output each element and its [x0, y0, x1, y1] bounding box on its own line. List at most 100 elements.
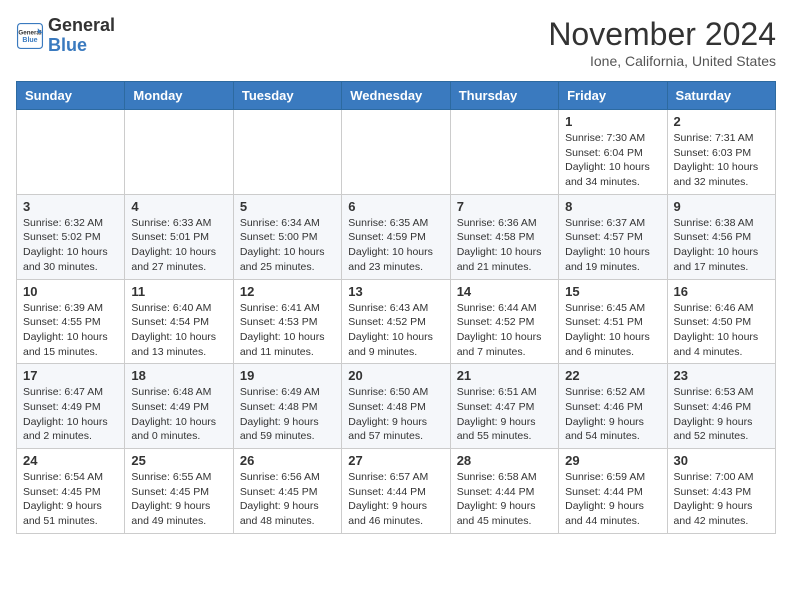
calendar-day-cell	[342, 110, 450, 195]
calendar-day-cell: 21 Sunrise: 6:51 AM Sunset: 4:47 PM Dayli…	[450, 364, 558, 449]
day-number: 25	[131, 453, 226, 468]
day-number: 8	[565, 199, 660, 214]
day-info: Sunrise: 6:52 AM Sunset: 4:46 PM Dayligh…	[565, 385, 660, 444]
location: Ione, California, United States	[548, 53, 776, 69]
calendar-day-cell	[17, 110, 125, 195]
calendar-day-cell: 26 Sunrise: 6:56 AM Sunset: 4:45 PM Dayli…	[233, 449, 341, 534]
calendar-day-cell: 22 Sunrise: 6:52 AM Sunset: 4:46 PM Dayli…	[559, 364, 667, 449]
day-number: 5	[240, 199, 335, 214]
day-info: Sunrise: 6:47 AM Sunset: 4:49 PM Dayligh…	[23, 385, 118, 444]
day-number: 15	[565, 284, 660, 299]
page-header: General Blue General Blue November 2024 …	[16, 16, 776, 69]
logo-blue: Blue	[48, 35, 87, 55]
calendar-week-row: 10 Sunrise: 6:39 AM Sunset: 4:55 PM Dayli…	[17, 279, 776, 364]
calendar-day-cell: 10 Sunrise: 6:39 AM Sunset: 4:55 PM Dayli…	[17, 279, 125, 364]
calendar-day-cell: 15 Sunrise: 6:45 AM Sunset: 4:51 PM Dayli…	[559, 279, 667, 364]
calendar-day-cell: 3 Sunrise: 6:32 AM Sunset: 5:02 PM Daylig…	[17, 194, 125, 279]
day-info: Sunrise: 6:37 AM Sunset: 4:57 PM Dayligh…	[565, 216, 660, 275]
calendar-day-cell	[233, 110, 341, 195]
day-info: Sunrise: 6:36 AM Sunset: 4:58 PM Dayligh…	[457, 216, 552, 275]
day-number: 17	[23, 368, 118, 383]
day-info: Sunrise: 6:32 AM Sunset: 5:02 PM Dayligh…	[23, 216, 118, 275]
calendar-day-cell: 1Sunrise: 7:30 AM Sunset: 6:04 PM Daylig…	[559, 110, 667, 195]
calendar-day-cell: 27 Sunrise: 6:57 AM Sunset: 4:44 PM Dayli…	[342, 449, 450, 534]
day-number: 11	[131, 284, 226, 299]
calendar-day-cell: 12Sunrise: 6:41 AM Sunset: 4:53 PM Dayli…	[233, 279, 341, 364]
day-number: 10	[23, 284, 118, 299]
day-info: Sunrise: 6:34 AM Sunset: 5:00 PM Dayligh…	[240, 216, 335, 275]
title-block: November 2024 Ione, California, United S…	[548, 16, 776, 69]
day-of-week-header: Tuesday	[233, 82, 341, 110]
day-info: Sunrise: 6:40 AM Sunset: 4:54 PM Dayligh…	[131, 301, 226, 360]
calendar-day-cell: 25 Sunrise: 6:55 AM Sunset: 4:45 PM Dayli…	[125, 449, 233, 534]
day-number: 3	[23, 199, 118, 214]
day-info: Sunrise: 6:48 AM Sunset: 4:49 PM Dayligh…	[131, 385, 226, 444]
calendar-day-cell: 8 Sunrise: 6:37 AM Sunset: 4:57 PM Daylig…	[559, 194, 667, 279]
calendar-day-cell: 16 Sunrise: 6:46 AM Sunset: 4:50 PM Dayli…	[667, 279, 775, 364]
day-number: 23	[674, 368, 769, 383]
day-of-week-header: Friday	[559, 82, 667, 110]
calendar-week-row: 24 Sunrise: 6:54 AM Sunset: 4:45 PM Dayli…	[17, 449, 776, 534]
day-of-week-header: Thursday	[450, 82, 558, 110]
day-number: 19	[240, 368, 335, 383]
day-of-week-header: Monday	[125, 82, 233, 110]
day-number: 24	[23, 453, 118, 468]
day-number: 6	[348, 199, 443, 214]
calendar-day-cell	[450, 110, 558, 195]
calendar-day-cell: 2Sunrise: 7:31 AM Sunset: 6:03 PM Daylig…	[667, 110, 775, 195]
calendar-day-cell: 23 Sunrise: 6:53 AM Sunset: 4:46 PM Dayli…	[667, 364, 775, 449]
day-info: Sunrise: 6:56 AM Sunset: 4:45 PM Dayligh…	[240, 470, 335, 529]
calendar-day-cell: 30Sunrise: 7:00 AM Sunset: 4:43 PM Dayli…	[667, 449, 775, 534]
day-number: 22	[565, 368, 660, 383]
day-info: Sunrise: 6:50 AM Sunset: 4:48 PM Dayligh…	[348, 385, 443, 444]
calendar-table: SundayMondayTuesdayWednesdayThursdayFrid…	[16, 81, 776, 534]
calendar-day-cell: 11 Sunrise: 6:40 AM Sunset: 4:54 PM Dayli…	[125, 279, 233, 364]
calendar-day-cell: 6 Sunrise: 6:35 AM Sunset: 4:59 PM Daylig…	[342, 194, 450, 279]
calendar-header-row: SundayMondayTuesdayWednesdayThursdayFrid…	[17, 82, 776, 110]
calendar-day-cell: 14 Sunrise: 6:44 AM Sunset: 4:52 PM Dayli…	[450, 279, 558, 364]
day-info: Sunrise: 6:53 AM Sunset: 4:46 PM Dayligh…	[674, 385, 769, 444]
day-number: 12	[240, 284, 335, 299]
day-number: 9	[674, 199, 769, 214]
day-info: Sunrise: 6:58 AM Sunset: 4:44 PM Dayligh…	[457, 470, 552, 529]
logo-text: General Blue	[48, 16, 115, 56]
day-info: Sunrise: 6:46 AM Sunset: 4:50 PM Dayligh…	[674, 301, 769, 360]
day-number: 27	[348, 453, 443, 468]
calendar-day-cell: 9 Sunrise: 6:38 AM Sunset: 4:56 PM Daylig…	[667, 194, 775, 279]
day-info: Sunrise: 6:55 AM Sunset: 4:45 PM Dayligh…	[131, 470, 226, 529]
day-number: 21	[457, 368, 552, 383]
day-info: Sunrise: 6:45 AM Sunset: 4:51 PM Dayligh…	[565, 301, 660, 360]
day-number: 26	[240, 453, 335, 468]
day-info: Sunrise: 6:51 AM Sunset: 4:47 PM Dayligh…	[457, 385, 552, 444]
day-info: Sunrise: 6:57 AM Sunset: 4:44 PM Dayligh…	[348, 470, 443, 529]
calendar-day-cell: 18Sunrise: 6:48 AM Sunset: 4:49 PM Dayli…	[125, 364, 233, 449]
day-info: Sunrise: 6:43 AM Sunset: 4:52 PM Dayligh…	[348, 301, 443, 360]
calendar-day-cell: 5 Sunrise: 6:34 AM Sunset: 5:00 PM Daylig…	[233, 194, 341, 279]
day-number: 29	[565, 453, 660, 468]
logo-general: General	[48, 15, 115, 35]
day-info: Sunrise: 6:44 AM Sunset: 4:52 PM Dayligh…	[457, 301, 552, 360]
day-info: Sunrise: 6:35 AM Sunset: 4:59 PM Dayligh…	[348, 216, 443, 275]
calendar-day-cell: 7 Sunrise: 6:36 AM Sunset: 4:58 PM Daylig…	[450, 194, 558, 279]
day-number: 28	[457, 453, 552, 468]
day-info: Sunrise: 7:00 AM Sunset: 4:43 PM Dayligh…	[674, 470, 769, 529]
day-number: 20	[348, 368, 443, 383]
calendar-week-row: 17 Sunrise: 6:47 AM Sunset: 4:49 PM Dayli…	[17, 364, 776, 449]
day-info: Sunrise: 6:33 AM Sunset: 5:01 PM Dayligh…	[131, 216, 226, 275]
day-of-week-header: Wednesday	[342, 82, 450, 110]
day-number: 14	[457, 284, 552, 299]
calendar-week-row: 1Sunrise: 7:30 AM Sunset: 6:04 PM Daylig…	[17, 110, 776, 195]
day-number: 16	[674, 284, 769, 299]
calendar-day-cell	[125, 110, 233, 195]
day-info: Sunrise: 7:30 AM Sunset: 6:04 PM Dayligh…	[565, 131, 660, 190]
day-of-week-header: Sunday	[17, 82, 125, 110]
calendar-day-cell: 19Sunrise: 6:49 AM Sunset: 4:48 PM Dayli…	[233, 364, 341, 449]
day-number: 7	[457, 199, 552, 214]
day-info: Sunrise: 6:54 AM Sunset: 4:45 PM Dayligh…	[23, 470, 118, 529]
day-info: Sunrise: 6:39 AM Sunset: 4:55 PM Dayligh…	[23, 301, 118, 360]
calendar-day-cell: 20 Sunrise: 6:50 AM Sunset: 4:48 PM Dayli…	[342, 364, 450, 449]
calendar-day-cell: 13Sunrise: 6:43 AM Sunset: 4:52 PM Dayli…	[342, 279, 450, 364]
calendar-day-cell: 17 Sunrise: 6:47 AM Sunset: 4:49 PM Dayli…	[17, 364, 125, 449]
day-info: Sunrise: 6:38 AM Sunset: 4:56 PM Dayligh…	[674, 216, 769, 275]
calendar-day-cell: 24 Sunrise: 6:54 AM Sunset: 4:45 PM Dayli…	[17, 449, 125, 534]
